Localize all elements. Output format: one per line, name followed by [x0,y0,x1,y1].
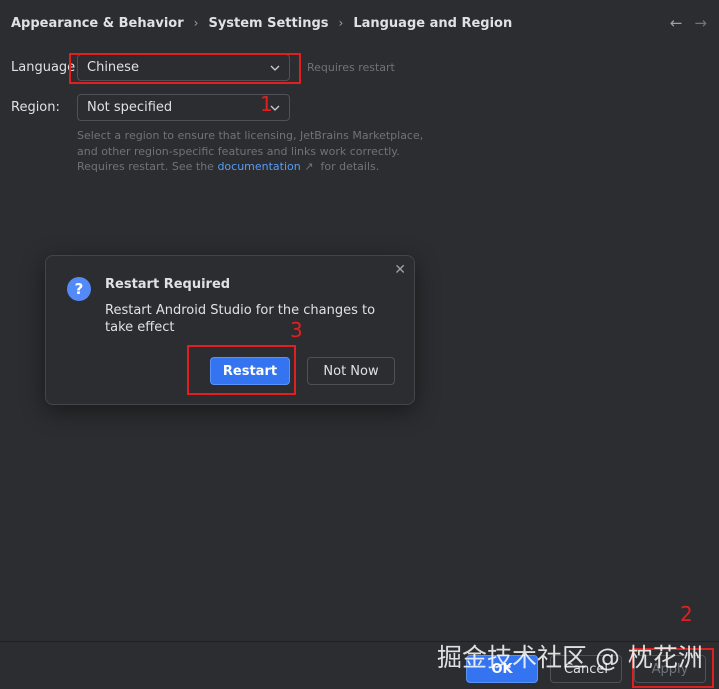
question-icon: ? [67,277,91,301]
restart-required-dialog: ✕ ? Restart Required Restart Android Stu… [45,255,415,405]
not-now-button[interactable]: Not Now [307,357,395,385]
breadcrumb-item-language-region: Language and Region [353,15,513,31]
chevron-right-icon: › [193,16,199,30]
dialog-title: Restart Required [105,277,231,292]
region-label: Region: [11,100,60,115]
dialog-message: Restart Android Studio for the changes t… [105,303,376,335]
close-icon[interactable]: ✕ [394,262,406,278]
language-select-value: Chinese [87,60,139,75]
region-description: Select a region to ensure that licensing… [77,128,432,175]
breadcrumb: Appearance & Behavior › System Settings … [11,13,512,33]
chevron-right-icon: › [338,16,344,30]
restart-button[interactable]: Restart [210,357,290,385]
nav-arrows: ← → [670,14,707,32]
region-select[interactable]: Not specified [77,94,290,121]
region-select-value: Not specified [87,100,173,115]
language-select[interactable]: Chinese [77,54,290,81]
requires-restart-hint: Requires restart [307,61,395,74]
breadcrumb-item-system-settings[interactable]: System Settings [208,16,328,31]
arrow-left-icon[interactable]: ← [670,14,683,32]
watermark: 掘金技术社区 @ 枕花洲 [437,643,703,672]
external-link-icon: ↗ [304,160,314,173]
region-description-suffix: for details. [320,160,380,173]
breadcrumb-item-appearance[interactable]: Appearance & Behavior [11,16,184,31]
documentation-link[interactable]: documentation [217,160,300,173]
arrow-right-icon[interactable]: → [694,14,707,32]
chevron-down-icon [270,65,280,71]
annotation-marker-3: 3 [290,318,303,342]
language-label: Language [11,60,76,75]
annotation-marker-1: 1 [260,92,273,116]
annotation-marker-2: 2 [680,602,693,626]
